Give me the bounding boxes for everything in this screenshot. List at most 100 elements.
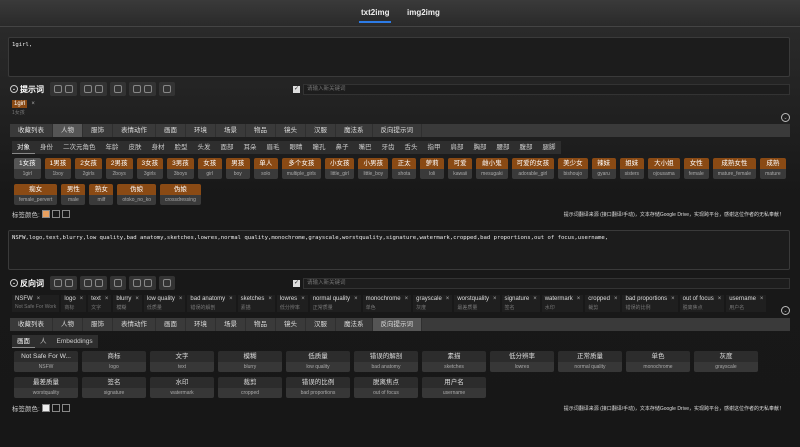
category-tab[interactable]: 场景 (216, 318, 246, 331)
category-tab[interactable]: 服饰 (83, 318, 113, 331)
keyword-checkbox[interactable]: ✓ (293, 85, 300, 93)
remove-tag-icon[interactable]: × (671, 296, 675, 302)
tag-card[interactable]: 错误的解剖 bad anatomy (354, 351, 418, 372)
tag-card[interactable]: 模糊 blurry (218, 351, 282, 372)
subtab[interactable]: 腰部 (492, 141, 515, 154)
category-tab[interactable]: 物品 (246, 318, 276, 331)
remove-tag-icon[interactable]: × (446, 296, 450, 302)
color-swatch[interactable] (41, 404, 50, 412)
subtab[interactable]: 耳朵 (239, 141, 262, 154)
category-tab[interactable]: 场景 (216, 124, 246, 137)
tag-card[interactable]: 素描 sketches (422, 351, 486, 372)
gear-icon[interactable] (65, 85, 73, 93)
subtab[interactable]: Embeddings (52, 335, 98, 348)
remove-tag-icon[interactable]: × (135, 296, 139, 302)
negative-tag[interactable]: normal quality × 正常质量 (309, 295, 361, 312)
remove-tag-icon[interactable]: × (577, 296, 581, 302)
tag-card[interactable]: 正常质量 normal quality (558, 351, 622, 372)
translate-icon[interactable] (114, 85, 122, 93)
remove-tag-icon[interactable]: × (301, 296, 305, 302)
tag-card[interactable]: 3女孩 3girls (136, 158, 164, 179)
negative-tag[interactable]: signature × 签名 (501, 295, 540, 312)
tag-card[interactable]: 雌小鬼 mesugaki (476, 158, 508, 179)
negative-tag[interactable]: out of focus × 脱离焦点 (679, 295, 725, 312)
negative-tag[interactable]: lowres × 低分辨率 (276, 295, 308, 312)
tag-card[interactable]: 小女孩 little_girl (324, 158, 355, 179)
tag-card[interactable]: 大小姐 ojousama (648, 158, 680, 179)
tag-card[interactable]: 低质量 low quality (286, 351, 350, 372)
tag-card[interactable]: 小男孩 little_boy (358, 158, 389, 179)
tag-card[interactable]: 2女孩 2girls (75, 158, 102, 179)
collapse-circle-icon[interactable]: ⌄ (10, 85, 18, 93)
tag-card[interactable]: 错误的比例 bad proportions (286, 377, 350, 398)
tag-card[interactable]: 女孩 girl (197, 158, 222, 179)
tag-card[interactable]: 伪娘 crossdressing (160, 184, 201, 205)
tag-card[interactable]: 萝莉 loli (420, 158, 445, 179)
category-tab[interactable]: 环境 (186, 318, 216, 331)
remove-tag-icon[interactable]: × (80, 296, 84, 302)
keyword-checkbox[interactable]: ✓ (293, 279, 300, 287)
tag-card[interactable]: 辣妹 gyaru (591, 158, 616, 179)
negative-tag[interactable]: grayscale × 灰度 (413, 295, 453, 312)
tag-card[interactable]: 熟女 milf (89, 184, 114, 205)
negative-tag[interactable]: sketches × 素描 (237, 295, 275, 312)
tag-card[interactable]: 单人 solo (253, 158, 278, 179)
category-tab[interactable]: 收藏列表 (10, 124, 53, 137)
tag-card[interactable]: 伪娘 otoko_no_ko (117, 184, 156, 205)
prompt-keyword-input[interactable] (303, 83, 790, 95)
gear-icon[interactable] (65, 279, 73, 287)
tag-card[interactable]: 可爱的女孩 adorable_girl (511, 158, 555, 179)
subtab[interactable]: 胸部 (469, 141, 492, 154)
subtab[interactable]: 腹部 (515, 141, 538, 154)
collapse-icon[interactable]: ⌄ (781, 306, 790, 315)
tag-card[interactable]: 多个女孩 multiple_girls (281, 158, 321, 179)
subtab[interactable]: 牙齿 (377, 141, 400, 154)
collapse-circle-icon[interactable]: ⌄ (10, 279, 18, 287)
tag-card[interactable]: 3男孩 3boys (167, 158, 194, 179)
tag-card[interactable]: 1男孩 1boy (44, 158, 72, 179)
negative-tag[interactable]: monochrome × 单色 (362, 295, 412, 312)
subtab[interactable]: 眉毛 (262, 141, 285, 154)
remove-tag-icon[interactable]: × (718, 296, 722, 302)
subtab[interactable]: 皮肤 (124, 141, 147, 154)
category-tab[interactable]: 镜头 (276, 318, 306, 331)
tag-card[interactable]: 美少女 bishoujo (558, 158, 588, 179)
tag-card[interactable]: 男性 male (61, 184, 86, 205)
subtab[interactable]: 腿脚 (538, 141, 561, 154)
history-icon[interactable] (163, 85, 171, 93)
white-color-icon[interactable] (61, 404, 70, 412)
remove-tag-icon[interactable]: × (105, 296, 109, 302)
copy-icon[interactable] (133, 85, 141, 93)
negative-tag[interactable]: text × 文字 (88, 295, 112, 312)
tag-card[interactable]: 单色 monochrome (626, 351, 690, 372)
history-icon[interactable] (163, 279, 171, 287)
category-tab[interactable]: 人物 (53, 318, 83, 331)
subtab[interactable]: 身份 (35, 141, 58, 154)
prompt-textarea[interactable]: 1girl, (8, 37, 790, 77)
category-tab[interactable]: 表情动作 (113, 318, 156, 331)
white-color-icon[interactable] (61, 210, 70, 218)
color-swatch[interactable] (41, 210, 50, 218)
tab-txt2img[interactable]: txt2img (358, 8, 392, 23)
tag-card[interactable]: 商标 logo (82, 351, 146, 372)
trash-icon[interactable] (144, 85, 152, 93)
subtab[interactable]: 二次元角色 (58, 141, 101, 154)
remove-tag-icon[interactable]: × (405, 296, 409, 302)
tag-card[interactable]: 灰度 grayscale (694, 351, 758, 372)
subtab[interactable]: 脸型 (170, 141, 193, 154)
tag-card[interactable]: 文字 text (150, 351, 214, 372)
import-icon[interactable] (84, 279, 92, 287)
import-icon[interactable] (84, 85, 92, 93)
collapse-icon[interactable]: ⌄ (781, 113, 790, 122)
remove-tag-icon[interactable]: × (229, 296, 233, 302)
remove-tag-icon[interactable]: × (533, 296, 537, 302)
tag-card[interactable]: 女性 female (683, 158, 709, 179)
tag-card[interactable]: 最差质量 worstquality (14, 377, 78, 398)
negative-tag[interactable]: logo × 商标 (61, 295, 87, 312)
subtab[interactable]: 指甲 (423, 141, 446, 154)
subtab[interactable]: 年龄 (101, 141, 124, 154)
negative-keyword-input[interactable] (303, 277, 790, 289)
subtab[interactable]: 人 (35, 335, 52, 348)
category-tab[interactable]: 物品 (246, 124, 276, 137)
category-tab[interactable]: 镜头 (276, 124, 306, 137)
